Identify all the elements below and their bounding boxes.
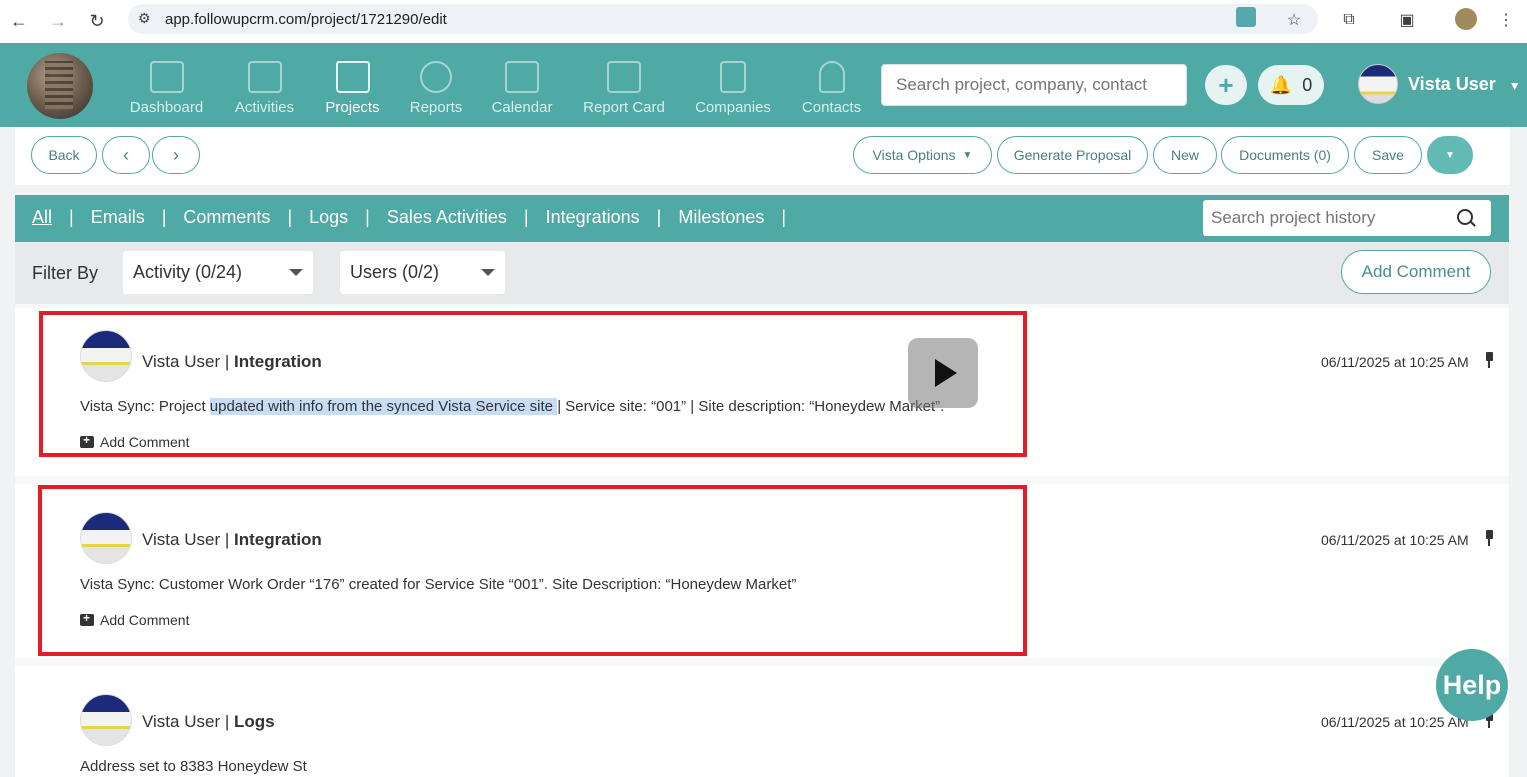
address-bar[interactable]: ⚙ app.followupcrm.com/project/1721290/ed… [128, 4, 1318, 34]
entry-timestamp: 06/11/2025 at 10:25 AM [1321, 354, 1469, 370]
user-menu[interactable]: Vista User ▼ [1408, 74, 1521, 95]
new-button[interactable]: New [1153, 136, 1217, 174]
tab-search-icon[interactable]: ▣ [1395, 8, 1419, 32]
search-icon[interactable] [1457, 209, 1473, 225]
tab-integrations[interactable]: Integrations [546, 207, 640, 228]
browser-toolbar: ← → ↻ ⚙ app.followupcrm.com/project/1721… [0, 0, 1527, 43]
tab-logs[interactable]: Logs [309, 207, 348, 228]
save-button[interactable]: Save [1354, 136, 1422, 174]
tab-sales-activities[interactable]: Sales Activities [387, 207, 507, 228]
filter-label: Filter By [32, 263, 99, 283]
bookmark-star-icon[interactable]: ☆ [1282, 8, 1306, 32]
pin-icon[interactable] [1483, 530, 1495, 546]
help-button[interactable]: Help [1436, 649, 1508, 721]
checklist-icon [247, 61, 282, 93]
generate-proposal-button[interactable]: Generate Proposal [997, 136, 1148, 174]
nav-activities[interactable]: Activities [232, 61, 297, 121]
entry-title: Vista User | Logs [142, 712, 275, 731]
caret-down-icon: ▼ [962, 149, 973, 161]
entry-timestamp: 06/11/2025 at 10:25 AM [1321, 532, 1469, 548]
user-avatar[interactable] [1358, 64, 1398, 104]
browser-back-icon[interactable]: ← [6, 8, 32, 34]
report-card-icon [607, 61, 641, 93]
history-entry: Vista User | Logs 06/11/2025 at 10:25 AM… [15, 666, 1509, 777]
company-logo[interactable] [27, 53, 93, 119]
nav-contacts[interactable]: Contacts [799, 61, 864, 121]
extensions-puzzle-icon[interactable]: ⧉ [1337, 8, 1361, 32]
users-filter-select[interactable]: Users (0/2) [340, 251, 505, 294]
caret-down-icon: ▼ [1508, 79, 1521, 93]
tab-all[interactable]: All [32, 207, 52, 228]
save-dropdown-button[interactable]: ▼ [1427, 136, 1473, 174]
notifications-count: 0 [1302, 74, 1313, 95]
filter-row: Filter By Activity (0/24) Users (0/2) Ad… [15, 242, 1509, 304]
tab-milestones[interactable]: Milestones [678, 207, 764, 228]
entry-body: Address set to 8383 Honeydew St [80, 758, 307, 775]
back-button[interactable]: Back [31, 136, 97, 174]
history-search-input[interactable] [1203, 200, 1453, 236]
activity-filter-select[interactable]: Activity (0/24) [123, 251, 313, 294]
global-search-input[interactable] [882, 65, 1186, 105]
caret-down-icon [481, 269, 495, 276]
caret-down-icon: ▼ [1445, 149, 1455, 161]
previous-button[interactable]: ‹ [102, 136, 150, 174]
extension-icon[interactable] [1236, 7, 1256, 27]
nav-reports[interactable]: Reports [408, 61, 464, 121]
project-toolbar: Back ‹ › Vista Options ▼ Generate Propos… [15, 127, 1510, 185]
add-comment-button[interactable]: Add Comment [1341, 250, 1491, 294]
folder-icon [335, 61, 370, 93]
caret-down-icon [289, 269, 303, 276]
quick-add-button[interactable]: + [1205, 65, 1247, 105]
global-search[interactable] [881, 64, 1187, 106]
bell-icon: 🔔 [1269, 74, 1293, 95]
history-search[interactable] [1203, 200, 1491, 236]
nav-calendar[interactable]: Calendar [490, 61, 554, 121]
url-text: app.followupcrm.com/project/1721290/edit [165, 10, 447, 28]
next-button[interactable]: › [152, 136, 200, 174]
tab-comments[interactable]: Comments [183, 207, 270, 228]
browser-menu-icon[interactable]: ⋮ [1494, 8, 1518, 32]
app-header: Dashboard Activities Projects Reports Ca… [0, 43, 1527, 127]
building-icon [720, 61, 746, 93]
vista-options-button[interactable]: Vista Options ▼ [853, 136, 992, 174]
nav-companies[interactable]: Companies [693, 61, 773, 121]
browser-forward-icon[interactable]: → [45, 8, 71, 34]
history-tabs: All | Emails | Comments | Logs | Sales A… [15, 195, 1509, 242]
entry-timestamp: 06/11/2025 at 10:25 AM [1321, 714, 1469, 730]
browser-reload-icon[interactable]: ↻ [84, 8, 110, 34]
notifications-button[interactable]: 🔔 0 [1258, 65, 1324, 105]
person-icon [818, 61, 845, 93]
tab-emails[interactable]: Emails [91, 207, 145, 228]
annotation-box [38, 485, 1027, 656]
site-info-icon[interactable]: ⚙ [138, 10, 151, 27]
documents-button[interactable]: Documents (0) [1221, 136, 1349, 174]
bar-chart-icon [149, 61, 184, 93]
play-icon [935, 359, 957, 387]
video-play-button[interactable] [908, 338, 978, 408]
profile-avatar-icon[interactable] [1455, 8, 1477, 30]
nav-dashboard[interactable]: Dashboard [128, 61, 205, 121]
avatar [80, 694, 132, 746]
pin-icon[interactable] [1483, 352, 1495, 368]
nav-report-card[interactable]: Report Card [581, 61, 667, 121]
nav-projects[interactable]: Projects [323, 61, 382, 121]
annotation-box [39, 311, 1027, 457]
calendar-icon [505, 61, 539, 93]
target-icon [420, 61, 452, 93]
